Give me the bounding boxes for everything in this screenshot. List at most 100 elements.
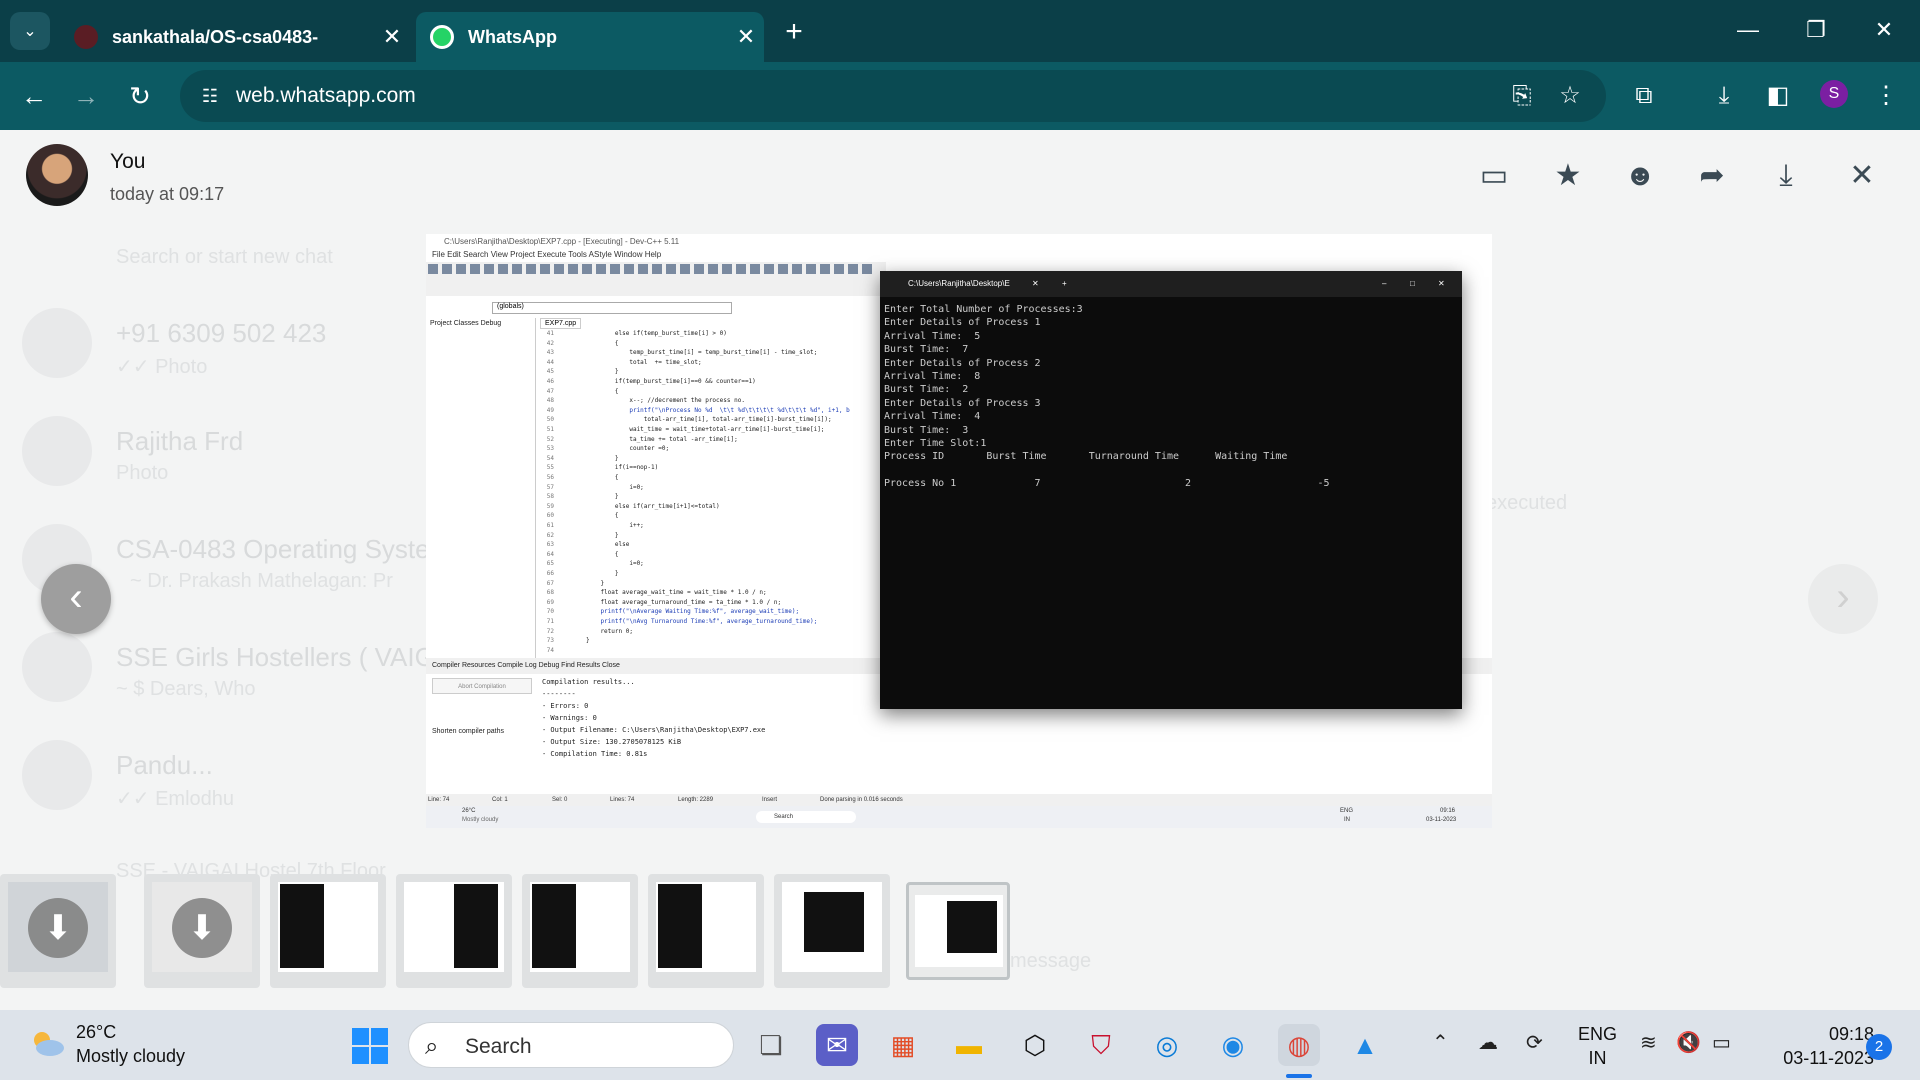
speaker-muted-icon[interactable]: 🔇 [1676, 1030, 1701, 1055]
file-explorer-icon[interactable]: ▬ [948, 1024, 990, 1066]
code-line: } [586, 637, 590, 645]
close-viewer-icon[interactable]: ✕ [1842, 156, 1882, 196]
code-line-number: 64 [546, 550, 554, 558]
thumbnail[interactable]: ⬇ [144, 874, 260, 988]
download-icon[interactable]: ⬇ [172, 898, 232, 958]
active-app-indicator [1286, 1074, 1312, 1078]
install-app-icon[interactable]: ⎘ [1502, 76, 1542, 116]
thumbnail[interactable]: ⬇ [0, 874, 116, 988]
background-chat-name: SSE Girls Hostellers ( VAIGA [116, 642, 453, 672]
code-line-number: 53 [546, 445, 554, 453]
devcpp-project-pane: Project Classes Debug [426, 318, 536, 658]
bookmark-star-icon[interactable]: ☆ [1550, 76, 1590, 116]
restore-button[interactable]: ❐ [1786, 10, 1846, 50]
tab-github[interactable]: sankathala/OS-csa0483- ✕ [60, 12, 410, 62]
code-line-number: 63 [546, 541, 554, 549]
profile-avatar[interactable]: S [1820, 80, 1848, 108]
thumbnail-selected[interactable] [906, 882, 1010, 980]
thumbnail[interactable] [522, 874, 638, 988]
system-clock[interactable]: 09:18 03-11-2023 [1754, 1022, 1874, 1070]
previous-media-button[interactable]: ‹ [41, 564, 111, 634]
code-line-number: 58 [546, 493, 554, 501]
taskbar-search[interactable]: ⌕ Search [408, 1022, 734, 1068]
thumbnail[interactable] [774, 874, 890, 988]
next-media-button[interactable]: › [1808, 564, 1878, 634]
reload-icon[interactable]: ↻ [120, 76, 160, 116]
photos-icon[interactable]: ▲ [1344, 1024, 1386, 1066]
message-time: today at 09:17 [110, 184, 225, 204]
show-hidden-icons[interactable]: ⌃ [1432, 1030, 1449, 1055]
download-icon[interactable]: ⤓ [1766, 156, 1806, 196]
close-window-button[interactable]: ✕ [1854, 10, 1914, 50]
code-line: float average_turnaround_time = ta_time … [586, 598, 782, 606]
weather-description[interactable]: Mostly cloudy [76, 1046, 185, 1067]
notification-badge[interactable]: 2 [1866, 1034, 1892, 1060]
app-icon[interactable]: ◉ [1212, 1024, 1254, 1066]
tab-whatsapp[interactable]: WhatsApp ✕ [416, 12, 764, 62]
code-line-number: 67 [546, 579, 554, 587]
code-line: else if(arr_time[i+1]<=total) [586, 502, 720, 510]
devcpp-left-tabs: Project Classes Debug [430, 320, 502, 327]
compile-log-line: - Output Size: 130.2705078125 KiB [542, 738, 682, 746]
thumbnail[interactable] [396, 874, 512, 988]
battery-icon[interactable]: ▭ [1712, 1030, 1731, 1055]
code-line: return 0; [586, 627, 633, 635]
status-length: Length: 2289 [678, 797, 714, 803]
minimize-button[interactable]: — [1718, 10, 1778, 50]
weather-temperature[interactable]: 26°C [76, 1022, 116, 1043]
teams-chat-icon[interactable]: ✉ [816, 1024, 858, 1066]
download-icon[interactable]: ⬇ [28, 898, 88, 958]
thumbnail[interactable] [270, 874, 386, 988]
site-info-icon[interactable]: ☷ [196, 82, 224, 110]
app-icon[interactable]: ⬡ [1014, 1024, 1056, 1066]
downloads-icon[interactable]: ⤓ [1704, 76, 1744, 116]
background-avatar [22, 308, 92, 378]
devcpp-shorten-paths: Shorten compiler paths [432, 728, 504, 735]
code-line: } [586, 531, 619, 539]
tab-close-button[interactable]: ✕ [374, 24, 410, 50]
code-line-number: 55 [546, 464, 554, 472]
browser-tab-bar: ⌄ sankathala/OS-csa0483- ✕ WhatsApp ✕ + … [0, 0, 1920, 62]
cloud-weather-icon[interactable] [28, 1028, 68, 1058]
background-chat-preview: Photo [116, 462, 169, 484]
compile-log-line: - Warnings: 0 [542, 714, 597, 722]
microsoft-store-icon[interactable]: ▦ [882, 1024, 924, 1066]
task-view-icon[interactable]: ❏ [750, 1024, 792, 1066]
back-icon[interactable]: ← [14, 76, 54, 116]
code-line-number: 56 [546, 474, 554, 481]
extensions-icon[interactable]: ⧉ [1624, 76, 1664, 116]
background-chat-preview: ✓✓ Emlodhu [116, 788, 235, 810]
sender-name: You [110, 150, 146, 173]
tab-close-button[interactable]: ✕ [728, 24, 764, 50]
mcafee-icon[interactable]: ⛉ [1080, 1024, 1122, 1066]
code-line-number: 60 [546, 512, 554, 520]
react-emoji-icon[interactable]: ☻ [1620, 156, 1660, 196]
forward-icon[interactable]: ➦ [1692, 156, 1732, 196]
wifi-icon[interactable]: ≋ [1640, 1030, 1657, 1055]
menu-kebab-icon[interactable]: ⋮ [1866, 76, 1906, 116]
star-icon[interactable]: ★ [1548, 156, 1588, 196]
chrome-icon[interactable]: ◍ [1278, 1024, 1320, 1066]
go-to-message-icon[interactable]: ▭ [1474, 156, 1514, 196]
language-indicator[interactable]: ENG IN [1578, 1022, 1617, 1070]
windows-start-icon[interactable] [352, 1028, 388, 1064]
console-output: Enter Total Number of Processes:3 Enter … [884, 304, 1330, 490]
thumbnail[interactable] [648, 874, 764, 988]
new-tab-button[interactable]: + [776, 14, 812, 50]
forward-icon[interactable]: → [66, 76, 106, 116]
side-panel-icon[interactable]: ◧ [1758, 76, 1798, 116]
code-line: { [586, 550, 619, 558]
address-bar[interactable]: ☷ web.whatsapp.com ⎘ ☆ [180, 70, 1606, 122]
edge-icon[interactable]: ◎ [1146, 1024, 1188, 1066]
close-icon: ✕ [1438, 279, 1445, 288]
sync-icon[interactable]: ⟳ [1526, 1030, 1543, 1055]
inner-windows-taskbar: 26°C Mostly cloudy Search ENG IN 09:16 0… [426, 806, 1492, 828]
code-line-number: 43 [546, 349, 554, 357]
search-icon: ⌕ [425, 1033, 439, 1060]
tab-search-button[interactable]: ⌄ [10, 12, 50, 50]
devcpp-status-bar: Line: 74 Col: 1 Sel: 0 Lines: 74 Length:… [426, 794, 1492, 806]
inner-search: Search [756, 811, 856, 823]
url-text: web.whatsapp.com [236, 84, 416, 107]
windows-taskbar: 26°C Mostly cloudy ⌕ Search ❏ ✉ ▦ ▬ ⬡ ⛉ … [0, 1010, 1920, 1080]
onedrive-icon[interactable]: ☁ [1478, 1030, 1498, 1055]
